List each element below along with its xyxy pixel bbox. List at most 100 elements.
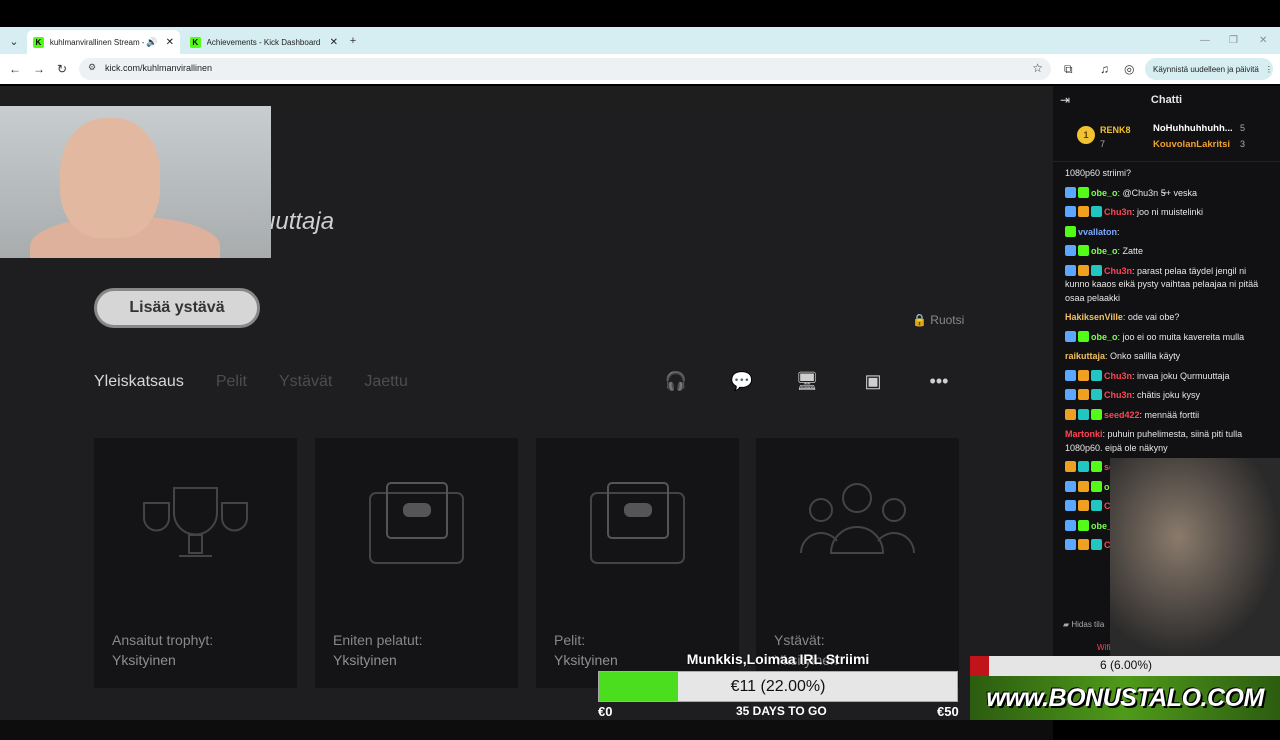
trophies-card: Ansaitut trophyt: Yksityinen: [94, 438, 297, 688]
goal-min: €0: [598, 704, 613, 719]
bonus-banner-text: www.BONUSTALO.COM: [986, 683, 1264, 712]
rank-medal: 1: [1077, 126, 1095, 144]
leader-top-count: 7: [1100, 139, 1106, 149]
chat-title: Chatti: [1150, 94, 1183, 106]
chat-username[interactable]: Chu3n: [1104, 371, 1132, 381]
new-tab-icon[interactable]: +: [343, 31, 363, 51]
gold-badge-icon: [1078, 539, 1089, 550]
gold-badge-icon: [1078, 500, 1089, 511]
chat-message[interactable]: raikuttaja: Onko salilla käyty: [1053, 347, 1280, 367]
blue-badge-icon: [1065, 519, 1076, 531]
card-value: Yksityinen: [112, 652, 176, 668]
media-icon[interactable]: ♫: [1100, 62, 1109, 76]
chat-username[interactable]: HakiksenVille: [1065, 312, 1123, 322]
chat-message[interactable]: Martonki: puhuin puhelimesta, siinä piti…: [1053, 425, 1280, 458]
card-label: Ansaitut trophyt:: [112, 632, 214, 648]
headset-icon: 🎧: [664, 371, 688, 391]
site-info-icon[interactable]: ⚙: [88, 62, 96, 73]
tab-strip: ⌄ K kuhlmanvirallinen Stream - 🔊 ✕ K Ach…: [0, 27, 1280, 54]
menu-dots-icon[interactable]: ⋮: [1265, 65, 1273, 74]
minimize-icon[interactable]: —: [1200, 35, 1210, 46]
tab-stream[interactable]: K kuhlmanvirallinen Stream - 🔊 ✕: [27, 30, 180, 54]
blue-badge-icon: [1065, 539, 1076, 550]
chat-text: joo ei oo muita kavereita mulla: [1122, 331, 1245, 342]
close-window-icon[interactable]: ✕: [1259, 35, 1267, 46]
teal-badge-icon: [1078, 461, 1089, 472]
chat-message[interactable]: obe_o: Zatte: [1053, 242, 1280, 262]
green-badge-icon: [1091, 408, 1102, 420]
gold-badge-icon: [1078, 264, 1089, 276]
gift-leaderboard: 1 RENK8 7 NoHuhhuhhuhh... 5 KouvolanLakr…: [1053, 114, 1280, 197]
chat-message[interactable]: Chu3n: invaa joku Qurmuuttaja: [1053, 367, 1280, 387]
chat-username[interactable]: obe_o: [1091, 188, 1118, 198]
teal-badge-icon: [1078, 408, 1089, 420]
bonus-progress-fill: [970, 656, 989, 676]
bookmark-star-icon[interactable]: ☆: [1032, 61, 1043, 75]
chat-message[interactable]: seed422: mennää forttii: [1053, 406, 1280, 426]
chat-username[interactable]: seed422: [1104, 410, 1140, 420]
chat-message[interactable]: obe_o: @Chu3n 5+ veska: [1053, 184, 1280, 204]
green-badge-icon: [1091, 461, 1102, 472]
region-label: 🔒 Ruotsi: [912, 313, 965, 327]
chat-username[interactable]: obe_o: [1091, 332, 1118, 342]
goal-days-left: 35 DAYS TO GO: [736, 704, 827, 718]
goal-progress-bar: €11 (22.00%): [598, 671, 958, 702]
webcam-face: [60, 118, 160, 238]
url-text[interactable]: kick.com/kuhlmanvirallinen: [105, 63, 212, 73]
chat-username[interactable]: Chu3n: [1104, 390, 1132, 400]
green-badge-icon: [1065, 225, 1076, 237]
chat-message[interactable]: Chu3n: parast pelaa täydel jengil ni kun…: [1053, 262, 1280, 309]
card-label: Pelit:: [554, 632, 586, 648]
card-label: Eniten pelatut:: [333, 632, 423, 648]
chat-message[interactable]: Chu3n: chätis joku kysy: [1053, 386, 1280, 406]
extensions-icon[interactable]: ⧉: [1064, 62, 1073, 77]
speaker-icon[interactable]: 🔊: [146, 37, 157, 48]
chat-username[interactable]: raikuttaja: [1065, 351, 1105, 361]
trophy-icon: [143, 487, 248, 557]
back-icon[interactable]: ←: [9, 62, 21, 76]
reload-icon[interactable]: ↻: [57, 62, 67, 76]
chat-message[interactable]: Chu3n: joo ni muistelinki: [1053, 203, 1280, 223]
profile-tabs: Yleiskatsaus Pelit Ystävät Jaettu: [94, 373, 408, 391]
leader-third-name[interactable]: KouvolanLakritsi: [1153, 139, 1230, 150]
chat-text: invaa joku Qurmuuttaja: [1137, 370, 1230, 381]
chat-username[interactable]: vvallaton: [1078, 227, 1117, 237]
leader-second-name[interactable]: NoHuhhuhhuhh...: [1153, 123, 1233, 134]
game-library-icon: [590, 482, 685, 564]
tab-friends: Ystävät: [278, 373, 333, 390]
chat-username[interactable]: Chu3n: [1104, 266, 1132, 276]
stream-player[interactable]: uuttaja Lisää ystävä 🔒 Ruotsi Yleiskatsa…: [0, 86, 1053, 740]
most-played-card: Eniten pelatut: Yksityinen: [315, 438, 518, 688]
teal-badge-icon: [1091, 206, 1102, 217]
chat-username[interactable]: obe_o: [1091, 246, 1118, 256]
forward-icon[interactable]: →: [33, 62, 45, 76]
chat-username[interactable]: Martonki: [1065, 429, 1103, 439]
green-badge-icon: [1078, 245, 1089, 256]
facecam-overlay: [1110, 458, 1280, 656]
green-badge-icon: [1078, 186, 1089, 198]
share-play-icon: ▣: [864, 371, 882, 391]
restore-icon[interactable]: ❐: [1229, 35, 1238, 46]
bonus-percent: 6 (6.00%): [1099, 658, 1153, 672]
chat-message[interactable]: HakiksenVille: ode vai obe?: [1053, 308, 1280, 328]
tab-achievements[interactable]: K Achievements - Kick Dashboard ✕: [184, 30, 344, 54]
chat-text: chätis joku kysy: [1137, 390, 1201, 400]
chat-separator: :: [1117, 226, 1120, 237]
blue-badge-icon: [1065, 369, 1076, 381]
address-bar[interactable]: ⚙ kick.com/kuhlmanvirallinen ☆: [79, 58, 1051, 80]
gold-badge-icon: [1078, 480, 1089, 492]
chat-message[interactable]: vvallaton:: [1053, 223, 1280, 243]
region-text: Ruotsi: [930, 313, 965, 327]
close-tab-icon[interactable]: ✕: [166, 37, 174, 48]
close-tab-icon[interactable]: ✕: [330, 37, 338, 48]
tab-overview: Yleiskatsaus: [94, 373, 184, 390]
restart-update-button[interactable]: Käynnistä uudelleen ja päivitä ⋮: [1145, 58, 1273, 80]
profile-icon[interactable]: ◎: [1124, 62, 1134, 76]
leader-top-name[interactable]: RENK8: [1100, 125, 1131, 135]
chat-username[interactable]: Chu3n: [1104, 207, 1132, 217]
chat-message[interactable]: obe_o: joo ei oo muita kavereita mulla: [1053, 328, 1280, 348]
tab-games: Pelit: [215, 373, 247, 390]
green-badge-icon: [1091, 480, 1102, 492]
chat-message[interactable]: 1080p60 striimi?: [1053, 164, 1280, 184]
tab-search-icon[interactable]: ⌄: [4, 31, 24, 51]
